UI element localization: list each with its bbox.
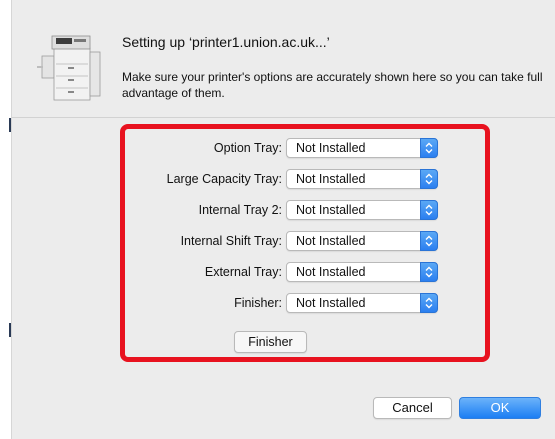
popup-value: Not Installed (296, 296, 366, 310)
updown-arrows-icon (420, 231, 438, 251)
updown-arrows-icon (420, 138, 438, 158)
internal-shift-tray-popup[interactable]: Not Installed (286, 231, 438, 251)
cancel-button[interactable]: Cancel (373, 397, 452, 419)
popup-value: Not Installed (296, 234, 366, 248)
finisher-popup[interactable]: Not Installed (286, 293, 438, 313)
dialog-title: Setting up ‘printer1.union.ac.uk...’ (122, 34, 330, 50)
background-window-edge (0, 0, 12, 439)
printer-icon (37, 35, 101, 101)
background-window-mark (9, 118, 11, 132)
option-label: Internal Shift Tray: (180, 234, 282, 248)
printer-setup-sheet: Setting up ‘printer1.union.ac.uk...’ Mak… (12, 0, 555, 439)
option-label: Finisher: (234, 296, 282, 310)
option-label: Option Tray: (213, 141, 282, 155)
updown-arrows-icon (420, 262, 438, 282)
option-label: External Tray: (204, 265, 282, 279)
popup-value: Not Installed (296, 265, 366, 279)
popup-value: Not Installed (296, 172, 366, 186)
large-capacity-tray-popup[interactable]: Not Installed (286, 169, 438, 189)
popup-value: Not Installed (296, 141, 366, 155)
background-window-mark (9, 323, 11, 337)
option-tray-popup[interactable]: Not Installed (286, 138, 438, 158)
dialog-header: Setting up ‘printer1.union.ac.uk...’ Mak… (12, 0, 555, 118)
dialog-message: Make sure your printer's options are acc… (122, 70, 543, 100)
finisher-button[interactable]: Finisher (234, 331, 307, 353)
updown-arrows-icon (420, 200, 438, 220)
external-tray-popup[interactable]: Not Installed (286, 262, 438, 282)
popup-value: Not Installed (296, 203, 366, 217)
option-label: Internal Tray 2: (198, 203, 282, 217)
updown-arrows-icon (420, 293, 438, 313)
ok-button[interactable]: OK (459, 397, 541, 419)
option-label: Large Capacity Tray: (166, 172, 282, 186)
internal-tray-2-popup[interactable]: Not Installed (286, 200, 438, 220)
header-divider (12, 117, 555, 118)
updown-arrows-icon (420, 169, 438, 189)
